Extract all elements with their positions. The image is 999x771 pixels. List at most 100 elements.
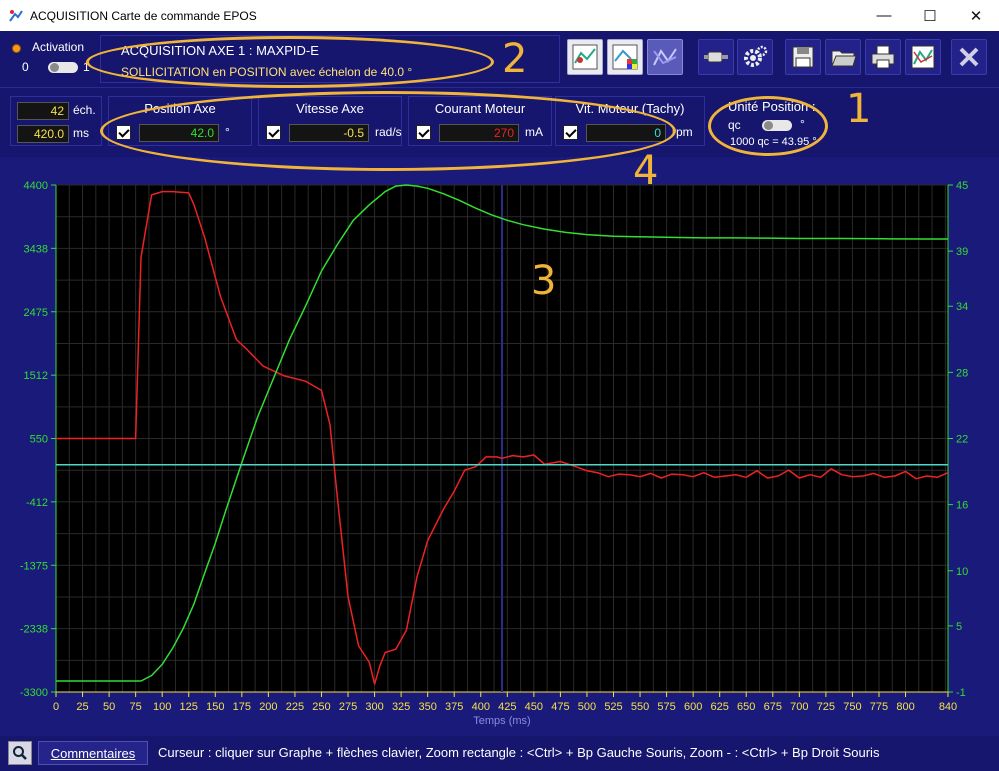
save-button[interactable]	[785, 39, 821, 75]
channel-current: Courant Moteur 270 mA	[408, 96, 552, 146]
y-right-tick-label: 10	[956, 566, 968, 578]
unit-position-toggle[interactable]	[762, 120, 792, 131]
x-tick-label: 550	[631, 701, 649, 713]
sample-time-unit: ms	[73, 126, 89, 140]
x-tick-label: 700	[790, 701, 808, 713]
open-button[interactable]	[825, 39, 861, 75]
y-right-tick-label: -1	[956, 687, 966, 699]
acquisition-subtitle: SOLLICITATION en POSITION avec échelon d…	[121, 65, 413, 79]
color-palette-button[interactable]	[607, 39, 643, 75]
channel-tachy-checkbox[interactable]	[563, 125, 578, 140]
cursor-hint: Curseur : cliquer sur Graphe + flèches c…	[158, 745, 880, 760]
x-tick-label: 800	[896, 701, 914, 713]
annotation-number-1: 1	[846, 86, 872, 132]
x-tick-label: 25	[76, 701, 88, 713]
close-icon	[959, 47, 979, 67]
activation-on-label: 1	[83, 60, 90, 74]
unit-position-panel: Unité Position : qc ° 1000 qc = 43.95 °	[712, 91, 842, 151]
y-right-tick-label: 28	[956, 367, 968, 379]
y-right-tick-label: 16	[956, 500, 968, 512]
graph-settings-button[interactable]	[567, 39, 603, 75]
export-chart-button[interactable]	[905, 39, 941, 75]
activation-panel: Activation 0 1	[8, 39, 96, 81]
x-tick-label: 350	[418, 701, 436, 713]
y-left-tick-label: -412	[26, 497, 48, 509]
sample-time-field[interactable]: 420.0	[17, 125, 69, 143]
graph-overlay-button[interactable]	[647, 39, 683, 75]
channel-position: Position Axe 42.0 °	[108, 96, 252, 146]
activation-label: Activation	[32, 40, 85, 54]
annotation-number-3: 3	[531, 258, 557, 304]
x-tick-label: 250	[312, 701, 330, 713]
title-bar: ACQUISITION Carte de commande EPOS — ☐ ✕	[0, 0, 999, 31]
y-right-tick-label: 5	[956, 621, 962, 633]
x-tick-label: 425	[498, 701, 516, 713]
top-toolbar: Activation 0 1 ACQUISITION AXE 1 : MAXPI…	[0, 31, 999, 87]
x-tick-label: 675	[764, 701, 782, 713]
y-left-tick-label: -1375	[20, 560, 48, 572]
open-folder-icon	[831, 50, 857, 67]
annotation-number-4: 4	[633, 148, 659, 194]
bottom-bar: Commentaires Curseur : cliquer sur Graph…	[0, 736, 999, 771]
channel-tachy-name: Vit. Moteur (Tachy)	[575, 101, 685, 116]
x-tick-label: 225	[286, 701, 304, 713]
chart[interactable]: 4400343824751512550-412-1375-2338-330045…	[0, 157, 999, 736]
x-tick-label: 600	[684, 701, 702, 713]
motor-button[interactable]	[698, 39, 734, 75]
x-axis-label: Temps (ms)	[473, 715, 530, 727]
channel-speed-unit: rad/s	[375, 125, 402, 139]
x-tick-label: 750	[843, 701, 861, 713]
save-icon	[792, 46, 814, 68]
sample-count-unit: éch.	[73, 103, 96, 117]
export-chart-icon	[911, 45, 935, 69]
x-tick-label: 725	[817, 701, 835, 713]
x-tick-label: 775	[870, 701, 888, 713]
color-palette-icon	[612, 44, 638, 70]
y-left-tick-label: 4400	[24, 180, 48, 192]
print-icon	[871, 45, 895, 69]
print-button[interactable]	[865, 39, 901, 75]
x-tick-label: 400	[472, 701, 490, 713]
activation-toggle[interactable]	[48, 62, 78, 73]
zoom-search-button[interactable]	[8, 741, 32, 765]
unit-degree-label: °	[800, 117, 805, 131]
activation-led-icon	[12, 44, 21, 53]
sample-count-field[interactable]: 42	[17, 102, 69, 120]
x-tick-label: 0	[53, 701, 59, 713]
x-tick-label: 625	[711, 701, 729, 713]
motor-icon	[704, 51, 728, 63]
channel-position-unit: °	[225, 125, 230, 139]
channel-current-checkbox[interactable]	[416, 125, 431, 140]
maximize-button[interactable]: ☐	[907, 0, 953, 31]
minimize-button[interactable]: —	[861, 0, 907, 31]
x-tick-label: 575	[657, 701, 675, 713]
x-tick-label: 500	[578, 701, 596, 713]
close-panel-button[interactable]	[951, 39, 987, 75]
y-right-tick-label: 22	[956, 434, 968, 446]
channel-position-name: Position Axe	[144, 101, 216, 116]
x-tick-label: 375	[445, 701, 463, 713]
unit-qc-label: qc	[728, 118, 741, 132]
x-tick-label: 175	[233, 701, 251, 713]
channel-position-checkbox[interactable]	[116, 125, 131, 140]
x-tick-label: 450	[525, 701, 543, 713]
x-tick-label: 300	[365, 701, 383, 713]
channel-current-name: Courant Moteur	[434, 101, 526, 116]
acquisition-info: ACQUISITION AXE 1 : MAXPID-E SOLLICITATI…	[100, 35, 560, 83]
channel-position-value: 42.0	[139, 124, 219, 142]
x-tick-label: 50	[103, 701, 115, 713]
x-tick-label: 840	[939, 701, 957, 713]
plot-area[interactable]: 4400 3438 2475 1512 550 -412 -1375 -2338 -3300 45…	[0, 157, 999, 736]
acquisition-title: ACQUISITION AXE 1 : MAXPID-E	[121, 43, 319, 58]
unit-conversion-label: 1000 qc = 43.95 °	[730, 136, 817, 148]
comments-button[interactable]: Commentaires	[38, 741, 148, 765]
channel-current-value: 270	[439, 124, 519, 142]
x-tick-label: 150	[206, 701, 224, 713]
app-icon	[9, 9, 23, 22]
channel-current-unit: mA	[525, 125, 543, 139]
settings-button[interactable]	[737, 39, 773, 75]
channel-speed-checkbox[interactable]	[266, 125, 281, 140]
window-close-button[interactable]: ✕	[953, 0, 999, 31]
channel-tachy-unit: rpm	[672, 125, 693, 139]
x-tick-label: 325	[392, 701, 410, 713]
